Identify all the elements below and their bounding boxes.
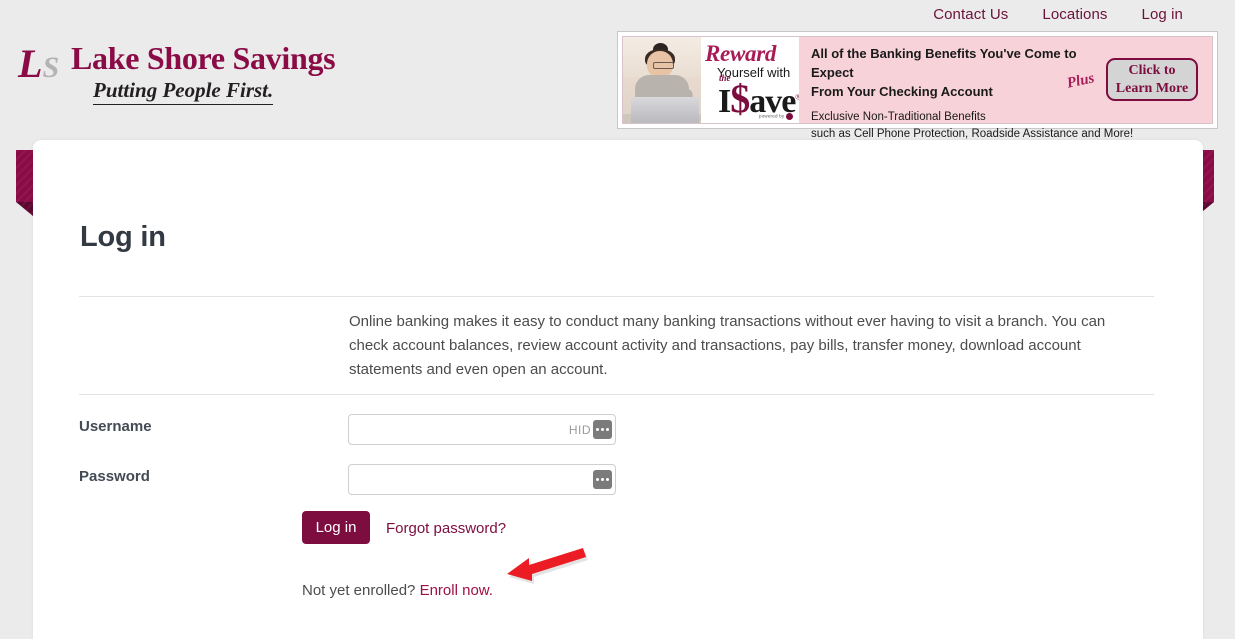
password-input[interactable] [349,465,615,494]
intro-paragraph: Online banking makes it easy to conduct … [349,313,1106,378]
username-field-wrapper[interactable]: HID [348,414,616,445]
forgot-password-link[interactable]: Forgot password? [386,520,506,537]
promo-cta-line2: Learn More [1115,80,1189,96]
promo-brand-lockup: Reward Yourself with the I$ave® powered … [701,37,799,123]
promo-powered-by: powered by [759,113,794,120]
logo-letter-s: S [42,51,60,84]
logo-wordmark: Lake Shore Savings [71,40,336,76]
promo-left-panel: Reward Yourself with the I$ave® powered … [623,37,799,123]
divider-bottom [79,394,1154,395]
content-panel: Log in Online banking makes it easy to c… [33,140,1203,639]
promo-photo-woman-at-laptop [623,37,701,123]
promo-subtext-line1: Exclusive Non-Traditional Benefits [811,110,986,123]
nav-contact-us[interactable]: Contact Us [933,6,1008,23]
top-utility-nav: Contact Us Locations Log in [933,0,1225,28]
promo-learn-more-button[interactable]: Click to Learn More [1106,58,1198,101]
page-title: Log in [80,221,166,253]
promo-powered-by-text: powered by [759,113,785,119]
promo-inner: Reward Yourself with the I$ave® powered … [622,36,1213,140]
password-manager-icon-password[interactable] [593,470,612,489]
logo-monogram: LS [18,44,59,84]
promo-powered-by-dot [786,113,794,120]
promo-headline: All of the Banking Benefits You've Come … [811,45,1111,102]
promo-reward-text: Reward [705,41,777,66]
username-label: Username [79,418,152,435]
nav-locations[interactable]: Locations [1042,6,1107,23]
enroll-now-link[interactable]: Enroll now. [420,582,493,599]
divider-top [79,296,1154,297]
username-input[interactable] [349,415,615,444]
nav-log-in[interactable]: Log in [1142,6,1183,23]
promo-banner[interactable]: Reward Yourself with the I$ave® powered … [617,31,1218,140]
logo-letter-l: L [18,41,43,86]
enroll-prompt-text: Not yet enrolled? [302,582,416,599]
promo-headline-line2: From Your Checking Account [811,83,993,99]
promo-cta-line1: Click to [1128,63,1176,78]
promo-isave-i: I [718,83,731,120]
enroll-prompt: Not yet enrolled? Enroll now. [302,582,493,599]
promo-right-panel: All of the Banking Benefits You've Come … [799,37,1212,140]
password-label: Password [79,468,150,485]
password-manager-icon[interactable] [593,420,612,439]
logo-tagline: Putting People First. [93,78,274,105]
login-button[interactable]: Log in [302,511,370,544]
promo-subtext: Exclusive Non-Traditional Benefits such … [811,109,1212,145]
site-logo[interactable]: LS Lake Shore Savings Putting People Fir… [18,36,348,108]
password-field-wrapper[interactable] [348,464,616,495]
ribbon-fold-left [16,202,33,216]
promo-isave-dollar: $ [730,76,750,121]
